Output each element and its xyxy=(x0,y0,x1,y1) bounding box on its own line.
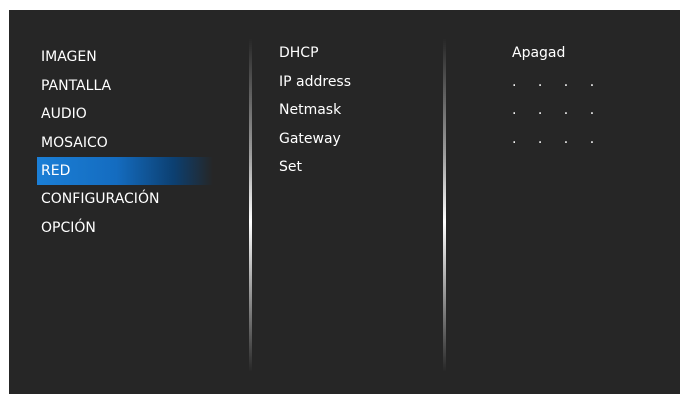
menu-item-pantalla[interactable]: PANTALLA xyxy=(9,72,219,101)
gateway-dots: . . . . xyxy=(512,130,595,147)
ip-address-dots: . . . . xyxy=(512,73,595,90)
menu-item-imagen[interactable]: IMAGEN xyxy=(9,43,219,72)
submenu-item-gateway[interactable]: Gateway xyxy=(279,125,439,154)
menu-item-configuracion[interactable]: CONFIGURACIÓN xyxy=(9,185,219,214)
netmask-value: . . . . xyxy=(512,96,662,125)
submenu-item-dhcp[interactable]: DHCP xyxy=(279,39,439,68)
settings-values: Apagad . . . . . . . . . . . . xyxy=(512,39,662,153)
column-divider-left xyxy=(249,38,252,372)
submenu-item-ip-address[interactable]: IP address xyxy=(279,68,439,97)
menu-item-mosaico[interactable]: MOSAICO xyxy=(9,129,219,158)
menu-item-audio[interactable]: AUDIO xyxy=(9,100,219,129)
submenu-item-set[interactable]: Set xyxy=(279,153,439,182)
ip-address-value: . . . . xyxy=(512,68,662,97)
main-menu: IMAGEN PANTALLA AUDIO MOSAICO RED CONFIG… xyxy=(9,43,219,242)
menu-item-opcion[interactable]: OPCIÓN xyxy=(9,214,219,243)
network-submenu: DHCP IP address Netmask Gateway Set xyxy=(279,39,439,182)
menu-item-red[interactable]: RED xyxy=(37,157,213,185)
netmask-dots: . . . . xyxy=(512,102,595,118)
osd-screen: IMAGEN PANTALLA AUDIO MOSAICO RED CONFIG… xyxy=(9,10,680,394)
submenu-item-netmask[interactable]: Netmask xyxy=(279,96,439,125)
column-divider-right xyxy=(443,38,446,372)
dhcp-value: Apagad xyxy=(512,45,566,61)
gateway-value: . . . . xyxy=(512,125,662,154)
